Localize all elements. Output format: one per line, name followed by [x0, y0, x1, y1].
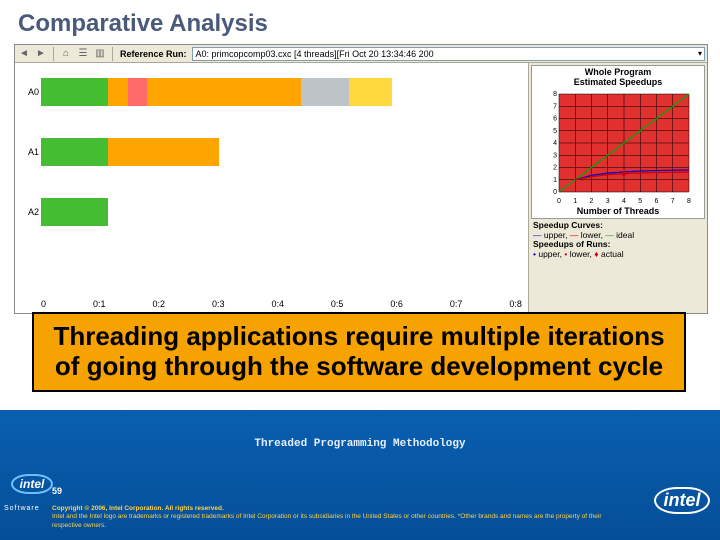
bar-segment — [128, 78, 147, 106]
separator — [112, 47, 113, 61]
x-tick: 0 — [41, 299, 46, 309]
speedup-chart-box: Whole Program Estimated Speedups 00 1 1 2 2 3… — [531, 65, 705, 219]
bar-segment — [41, 138, 108, 166]
svg-text:3: 3 — [553, 152, 557, 159]
bar-segment — [147, 78, 301, 106]
svg-text:5: 5 — [553, 128, 557, 135]
separator — [53, 47, 54, 61]
x-tick: 0:2 — [152, 299, 165, 309]
reference-run-label: Reference Run: — [118, 49, 189, 59]
svg-text:5: 5 — [638, 198, 642, 205]
speedup-panel: Whole Program Estimated Speedups 00 1 1 2 2 3… — [529, 63, 707, 313]
tool-body: A0 A1 A2 0 0:1 0:2 0:3 0:4 0:5 0:6 0:7 0:8 Whole P… — [15, 63, 707, 313]
home-icon[interactable]: ⌂ — [59, 47, 73, 61]
x-tick: 0:7 — [450, 299, 463, 309]
bar-segment — [108, 78, 127, 106]
row-label: A0 — [21, 87, 41, 97]
speedup-caption: Speedup Curves: — upper, — lower, — idea… — [531, 219, 705, 260]
forward-icon[interactable]: ► — [34, 47, 48, 61]
svg-text:4: 4 — [622, 198, 626, 205]
bar-segment — [349, 78, 392, 106]
copyright-line: Copyright © 2006, Intel Corporation. All… — [52, 505, 630, 513]
comparison-row: A1 — [21, 129, 522, 175]
x-tick: 0:6 — [390, 299, 403, 309]
x-tick: 0:1 — [93, 299, 106, 309]
row-label: A2 — [21, 207, 41, 217]
analysis-window: ◄ ► ⌂ ☰ ▥ Reference Run: A0: primcopcomp… — [14, 44, 708, 314]
svg-text:8: 8 — [553, 91, 557, 98]
reference-run-select[interactable]: A0: primcopcomp03.cxc [4 threads][Fri Oc… — [192, 47, 705, 61]
bar-segment — [41, 198, 108, 226]
row-track[interactable] — [41, 138, 522, 166]
svg-text:2: 2 — [590, 198, 594, 205]
svg-text:2: 2 — [553, 164, 557, 171]
svg-text:1: 1 — [573, 198, 577, 205]
x-tick: 0:8 — [509, 299, 522, 309]
bar-segment — [108, 138, 219, 166]
slide-number: 59 — [52, 486, 62, 496]
toolbar: ◄ ► ⌂ ☰ ▥ Reference Run: A0: primcopcomp… — [15, 45, 707, 63]
comparison-bar-panel: A0 A1 A2 0 0:1 0:2 0:3 0:4 0:5 0:6 0:7 0:8 — [15, 63, 529, 313]
back-icon[interactable]: ◄ — [17, 47, 31, 61]
svg-text:1: 1 — [553, 177, 557, 184]
chart-title: Whole Program Estimated Speedups — [534, 68, 702, 88]
trademark-line: Intel and the Intel logo are trademarks … — [52, 513, 630, 530]
svg-text:3: 3 — [606, 198, 610, 205]
software-label: Software — [4, 505, 40, 512]
footer: Threaded Programming Methodology intel S… — [0, 410, 720, 540]
svg-text:4: 4 — [553, 140, 557, 147]
reference-run-value: A0: primcopcomp03.cxc [4 threads][Fri Oc… — [196, 49, 434, 59]
row-label: A1 — [21, 147, 41, 157]
svg-text:7: 7 — [671, 198, 675, 205]
svg-text:6: 6 — [553, 115, 557, 122]
intel-logo: intel — [654, 484, 710, 516]
tree-icon[interactable]: ☰ — [76, 47, 90, 61]
x-axis: 0 0:1 0:2 0:3 0:4 0:5 0:6 0:7 0:8 — [41, 299, 522, 309]
content-area: ◄ ► ⌂ ☰ ▥ Reference Run: A0: primcopcomp… — [18, 44, 702, 409]
x-tick: 0:4 — [271, 299, 284, 309]
bar-segment — [41, 78, 108, 106]
chart-icon[interactable]: ▥ — [93, 47, 107, 61]
methodology-label: Threaded Programming Methodology — [0, 410, 720, 450]
speedup-plot: 00 1 1 2 2 3 3 4 4 5 5 6 6 7 7 8 8 — [543, 90, 693, 206]
slide-title: Comparative Analysis — [0, 0, 720, 42]
row-track[interactable] — [41, 78, 522, 106]
row-track[interactable] — [41, 198, 522, 226]
chart-xlabel: Number of Threads — [534, 206, 702, 216]
bar-segment — [301, 78, 349, 106]
comparison-row: A2 — [21, 189, 522, 235]
svg-text:0: 0 — [553, 189, 557, 196]
copyright-block: Copyright © 2006, Intel Corporation. All… — [52, 505, 630, 530]
svg-text:6: 6 — [655, 198, 659, 205]
comparison-row: A0 — [21, 69, 522, 115]
callout-box: Threading applications require multiple … — [32, 312, 686, 392]
callout-text: Threading applications require multiple … — [44, 322, 674, 382]
svg-text:7: 7 — [553, 103, 557, 110]
svg-text:0: 0 — [557, 198, 561, 205]
svg-text:8: 8 — [687, 198, 691, 205]
x-tick: 0:5 — [331, 299, 344, 309]
x-tick: 0:3 — [212, 299, 225, 309]
